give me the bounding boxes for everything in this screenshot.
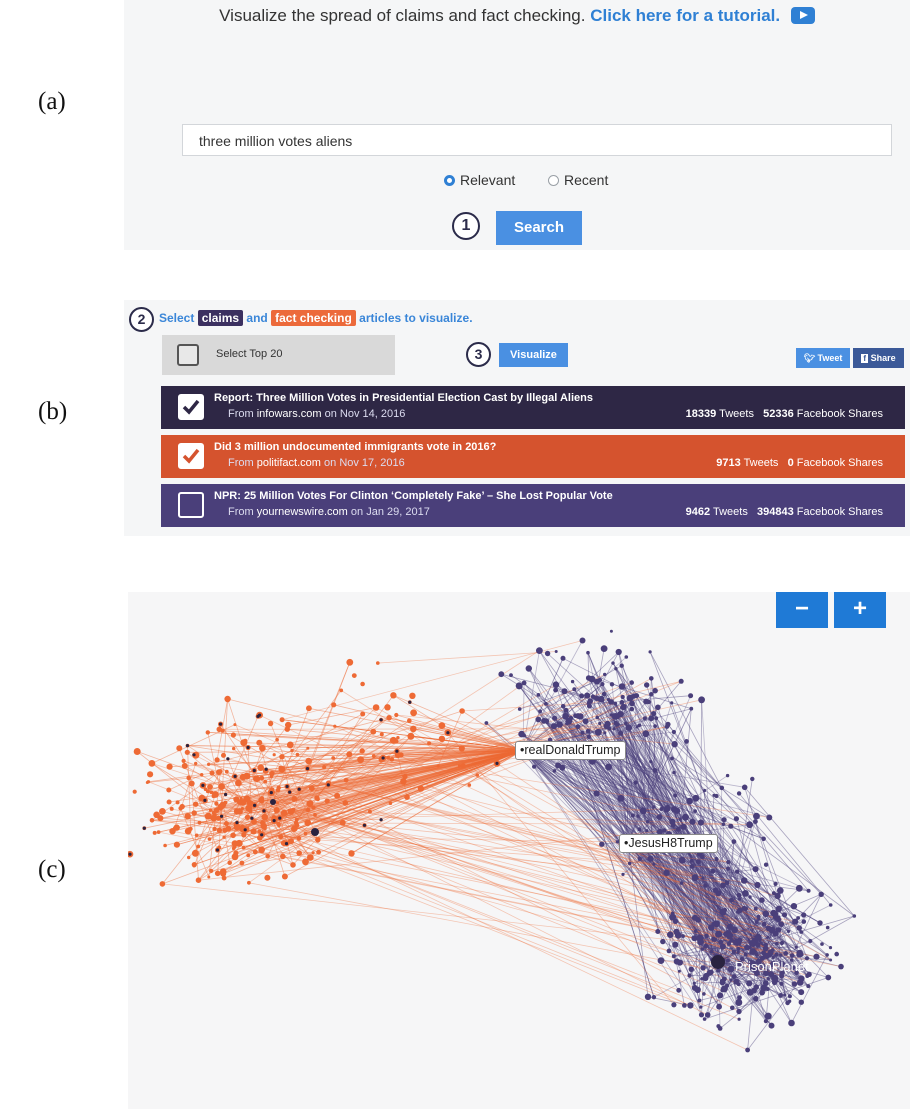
article-date: Jan 29, 2017 (366, 506, 430, 518)
shares-label: Facebook Shares (796, 506, 883, 518)
instr-select: Select (159, 311, 195, 325)
on-word: on (324, 408, 337, 420)
on-word: on (350, 506, 364, 518)
article-checkbox[interactable] (178, 492, 204, 518)
article-stats: 18339 Tweets 52336 Facebook Shares (686, 408, 883, 420)
twitter-icon: 🐦︎ (803, 353, 816, 363)
panel-label-b: (b) (38, 398, 68, 425)
node-label-text: PrisonPlanet (735, 959, 809, 974)
search-panel: Visualize the spread of claims and fact … (124, 0, 910, 250)
article-row[interactable]: Report: Three Million Votes in President… (161, 386, 905, 429)
step-3-badge: 3 (466, 342, 491, 367)
node-label-realdonaldtrump[interactable]: •realDonaldTrump (515, 741, 626, 760)
on-word: on (324, 457, 337, 469)
radio-recent-label: Recent (564, 172, 609, 188)
radio-relevant[interactable]: Relevant (444, 172, 515, 188)
article-checkbox[interactable] (178, 394, 204, 420)
radio-recent[interactable]: Recent (548, 172, 608, 188)
article-date: Nov 14, 2016 (339, 408, 406, 420)
article-selection-panel: 2 Select claims and fact checking articl… (124, 300, 910, 536)
shares-label: Facebook Shares (796, 457, 883, 469)
tweet-label: Tweet (817, 353, 843, 363)
instr-and: and (246, 311, 268, 325)
fact-checking-tag: fact checking (271, 310, 356, 326)
network-graph-panel[interactable]: − + •realDonaldTrump •JesusH8Trump Priso… (128, 592, 910, 1109)
checkmark-icon (182, 448, 200, 464)
tweets-label: Tweets (743, 457, 779, 469)
step-2-badge: 2 (129, 307, 154, 332)
radio-relevant-label: Relevant (460, 172, 516, 188)
play-icon[interactable] (790, 7, 815, 24)
search-input[interactable]: three million votes aliens (182, 124, 892, 156)
article-row[interactable]: NPR: 25 Million Votes For Clinton ‘Compl… (161, 484, 905, 527)
network-graph[interactable] (128, 592, 910, 1109)
instructions: Select claims and fact checking articles… (159, 310, 473, 326)
tweets-label: Tweets (712, 506, 748, 518)
article-source: From politifact.com on Nov 17, 2016 (228, 457, 405, 469)
tweet-count: 9462 (685, 506, 711, 518)
claims-tag: claims (197, 310, 244, 326)
tagline: Visualize the spread of claims and fact … (124, 6, 910, 26)
panel-label-a: (a) (38, 88, 66, 115)
node-label-jesush8trump[interactable]: •JesusH8Trump (619, 834, 718, 853)
article-row[interactable]: Did 3 million undocumented immigrants vo… (161, 435, 905, 478)
zoom-in-button[interactable]: + (834, 592, 886, 628)
tweet-count: 18339 (685, 408, 717, 420)
step-1-badge: 1 (452, 212, 480, 240)
instr-tail: articles to visualize. (359, 311, 473, 325)
source-domain: infowars.com (256, 408, 322, 420)
panel-label-c: (c) (38, 856, 66, 883)
article-stats: 9462 Tweets 394843 Facebook Shares (686, 506, 883, 518)
tweet-count: 9713 (716, 457, 741, 469)
from-word: From (228, 408, 254, 420)
article-stats: 9713 Tweets 0 Facebook Shares (716, 457, 883, 469)
shares-label: Facebook Shares (796, 408, 883, 420)
share-button[interactable]: f Share (853, 348, 904, 368)
article-title[interactable]: NPR: 25 Million Votes For Clinton ‘Compl… (214, 490, 613, 502)
article-source: From yournewswire.com on Jan 29, 2017 (228, 506, 430, 518)
article-title[interactable]: Report: Three Million Votes in President… (214, 392, 593, 404)
zoom-out-button[interactable]: − (776, 592, 828, 628)
select-top-label: Select Top 20 (216, 348, 283, 360)
share-count: 394843 (757, 506, 794, 518)
share-count: 0 (787, 457, 794, 469)
article-date: Nov 17, 2016 (339, 457, 405, 469)
tagline-text: Visualize the spread of claims and fact … (219, 6, 586, 25)
node-label-prisonplanet[interactable]: PrisonPlanet (731, 958, 813, 975)
article-source: From infowars.com on Nov 14, 2016 (228, 408, 405, 420)
radio-selected-icon (444, 174, 455, 186)
source-domain: politifact.com (256, 457, 321, 469)
select-top-20[interactable]: Select Top 20 (162, 335, 395, 375)
search-button[interactable]: Search (496, 211, 582, 245)
from-word: From (228, 506, 254, 518)
tweets-label: Tweets (719, 408, 754, 420)
visualize-button[interactable]: Visualize (499, 343, 568, 367)
node-label-text: realDonaldTrump (524, 743, 621, 757)
tweet-button[interactable]: 🐦︎ Tweet (796, 348, 850, 368)
tutorial-link[interactable]: Click here for a tutorial. (590, 6, 780, 25)
node-label-text: JesusH8Trump (628, 836, 713, 850)
facebook-icon: f (861, 354, 869, 363)
article-title[interactable]: Did 3 million undocumented immigrants vo… (214, 441, 496, 453)
checkmark-icon (182, 399, 200, 415)
article-checkbox[interactable] (178, 443, 204, 469)
select-top-checkbox[interactable] (177, 344, 199, 366)
radio-unselected-icon (548, 174, 559, 186)
from-word: From (228, 457, 254, 469)
source-domain: yournewswire.com (256, 506, 348, 518)
share-count: 52336 (763, 408, 794, 420)
share-label: Share (870, 353, 896, 363)
